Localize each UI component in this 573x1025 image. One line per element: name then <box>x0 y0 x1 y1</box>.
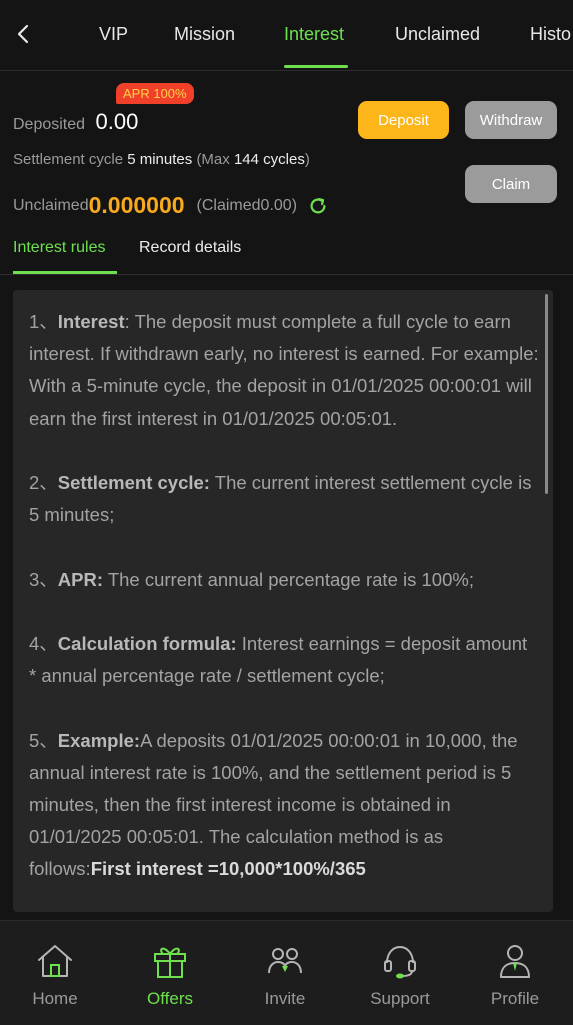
profile-icon <box>500 945 530 978</box>
tab-interest-rules[interactable]: Interest rules <box>13 239 105 257</box>
tab-mission[interactable]: Mission <box>174 24 235 45</box>
settlement-value: 5 minutes <box>127 151 193 168</box>
invite-icon <box>268 948 302 974</box>
nav-profile[interactable]: Profile <box>465 941 565 1009</box>
tab-bar: VIP Mission Interest Unclaimed Histo <box>0 0 573 70</box>
sub-tabs: Interest rules Record details <box>0 236 573 275</box>
nav-profile-label: Profile <box>490 989 540 1008</box>
apr-badge: APR 100% <box>116 83 194 104</box>
unclaimed-row: Unclaimed 0.000000 (Claimed0.00) <box>13 192 329 219</box>
scrollbar[interactable] <box>545 294 548 494</box>
nav-support-label: Support <box>370 989 430 1008</box>
rule-item: 2、Settlement cycle: The current interest… <box>29 472 532 526</box>
rule-item: 5、Example:A deposits 01/01/2025 00:00:01… <box>29 729 518 880</box>
claim-button[interactable]: Claim <box>465 165 557 203</box>
home-icon <box>38 945 72 977</box>
tab-vip[interactable]: VIP <box>99 24 128 45</box>
rule-item: 1、Interest: The deposit must complete a … <box>29 311 539 429</box>
settlement-max-suffix: ) <box>304 151 310 168</box>
rule-item: 3、APR: The current annual percentage rat… <box>29 568 474 590</box>
deposit-button[interactable]: Deposit <box>358 101 449 139</box>
active-tab-indicator <box>284 65 348 68</box>
nav-home-label: Home <box>32 989 78 1008</box>
nav-offers[interactable]: Offers <box>120 941 220 1009</box>
deposited-label: Deposited <box>13 116 86 133</box>
rule-item: 4、Calculation formula: Interest earnings… <box>29 632 528 687</box>
headset-icon <box>384 945 416 979</box>
withdraw-button[interactable]: Withdraw <box>465 101 557 139</box>
unclaimed-value: 0.000000 <box>88 192 185 218</box>
deposited-row: Deposited 0.00 <box>13 109 138 135</box>
nav-invite[interactable]: Invite <box>235 941 335 1009</box>
settlement-label: Settlement cycle <box>13 151 124 168</box>
interest-rules-panel[interactable]: 1、Interest: The deposit must complete a … <box>13 290 553 912</box>
deposited-value: 0.00 <box>95 109 139 134</box>
settlement-max-value: 144 cycles <box>233 151 305 168</box>
nav-invite-label: Invite <box>264 989 306 1008</box>
unclaimed-label: Unclaimed <box>13 196 89 214</box>
nav-home[interactable]: Home <box>5 941 105 1009</box>
tab-record-details[interactable]: Record details <box>139 239 241 257</box>
gift-icon <box>154 947 186 978</box>
tab-interest[interactable]: Interest <box>284 24 344 45</box>
settlement-cycle-row: Settlement cycle 5 minutes (Max 144 cycl… <box>13 151 310 168</box>
nav-support[interactable]: Support <box>350 941 450 1009</box>
rules-content: 1、Interest: The deposit must complete a … <box>29 306 539 912</box>
settlement-max-prefix: (Max <box>196 151 230 168</box>
active-subtab-indicator <box>13 271 117 274</box>
refresh-icon[interactable] <box>307 195 329 217</box>
claimed-text: (Claimed0.00) <box>196 196 298 214</box>
tab-history[interactable]: Histo <box>530 24 571 45</box>
nav-offers-label: Offers <box>147 989 193 1008</box>
tab-unclaimed[interactable]: Unclaimed <box>395 24 480 45</box>
top-nav: VIP Mission Interest Unclaimed Histo <box>0 0 573 71</box>
bottom-nav: Home Offers Invite Support Profile <box>0 920 573 1025</box>
